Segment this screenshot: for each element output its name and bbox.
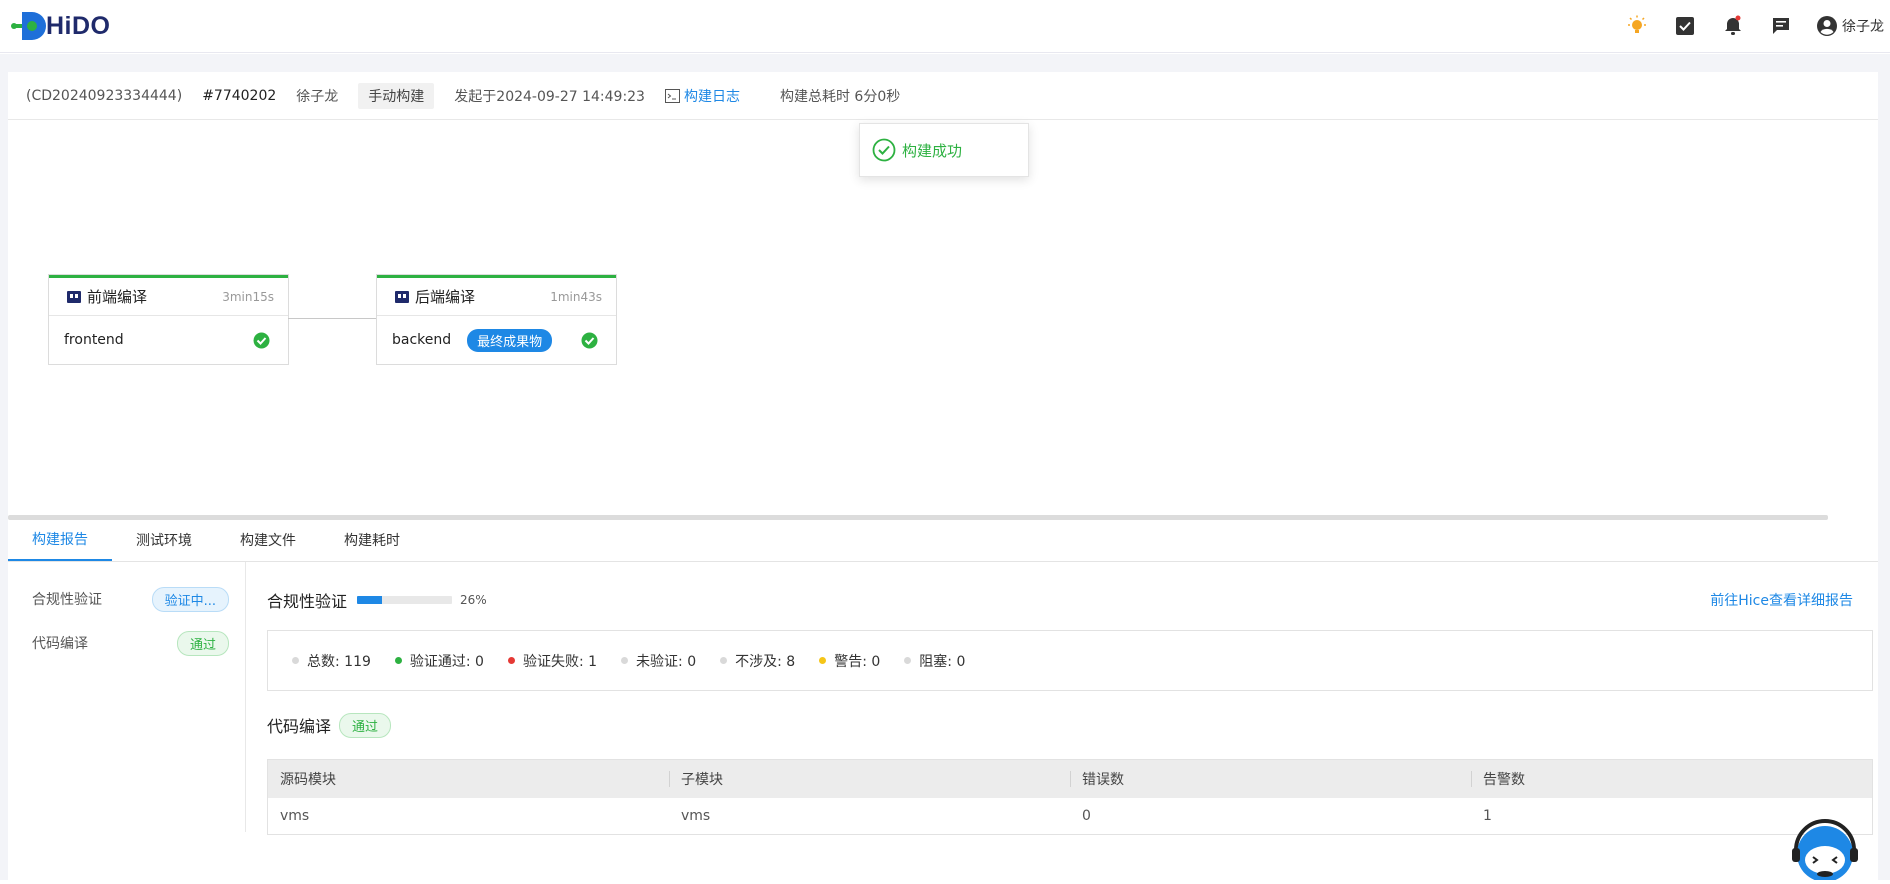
column-header: 错误数 <box>1070 769 1471 789</box>
success-toast: 构建成功 <box>859 123 1029 177</box>
build-log-link[interactable]: 构建日志 <box>664 86 760 106</box>
success-circle-icon <box>872 138 896 162</box>
logo-mark-icon <box>8 8 46 44</box>
stage-frontend[interactable]: 前端编译 3min15s frontend <box>48 274 289 365</box>
build-info-bar: (CD20240923334444) #7740202 徐子龙 手动构建 发起于… <box>8 72 1878 120</box>
job-name[interactable]: frontend <box>64 332 253 348</box>
job-name-row[interactable]: backend 最终成果物 <box>392 328 581 352</box>
stat-label: 验证失败: 1 <box>522 653 598 670</box>
section-title: 代码编译 <box>267 717 332 736</box>
status-dot <box>819 657 827 664</box>
stat-label: 警告: 0 <box>834 653 881 670</box>
stage-icon <box>67 290 81 303</box>
status-dot <box>720 657 728 664</box>
status-badge: 验证中... <box>151 586 229 612</box>
app-logo[interactable]: HiDO <box>8 8 111 44</box>
tab-build-report[interactable]: 构建报告 <box>8 519 112 561</box>
status-dot <box>292 657 299 664</box>
report-tabs: 构建报告 测试环境 构建文件 构建耗时 <box>8 520 1878 562</box>
table-row: vms vms 0 1 <box>268 798 1872 834</box>
task-check-icon[interactable] <box>1672 13 1698 39</box>
success-check-icon <box>581 332 598 348</box>
tab-build-files[interactable]: 构建文件 <box>216 519 320 561</box>
stat-blocked: 阻塞: 0 <box>904 651 965 671</box>
toast-message: 构建成功 <box>902 141 963 160</box>
compliance-stats: 总数: 119 验证通过: 0 验证失败: 1 未验证: 0 不涉及: 8 警告… <box>267 630 1873 691</box>
build-user: 徐子龙 <box>296 88 339 105</box>
stat-label: 阻塞: 0 <box>919 653 966 670</box>
report-main: 合规性验证 26% 前往Hice查看详细报告 总数: 119 验证通过: 0 验… <box>267 562 1878 835</box>
progress-fill <box>357 596 382 604</box>
stage-title: 前端编译 <box>87 288 148 306</box>
trigger-tag: 手动构建 <box>358 82 435 109</box>
column-header: 告警数 <box>1471 769 1872 789</box>
side-item-compliance[interactable]: 合规性验证 验证中... <box>8 577 245 621</box>
status-badge: 通过 <box>176 630 229 656</box>
status-dot <box>394 657 402 664</box>
build-total-time: 构建总耗时 6分0秒 <box>779 88 901 105</box>
stage-icon <box>395 290 409 303</box>
stat-passed: 验证通过: 0 <box>394 651 484 671</box>
user-menu[interactable]: 徐子龙 <box>1816 15 1884 37</box>
table-cell: 0 <box>1082 808 1091 824</box>
build-detail-panel: (CD20240923334444) #7740202 徐子龙 手动构建 发起于… <box>8 72 1878 880</box>
progress-text: 26% <box>460 593 487 607</box>
stage-connector <box>288 318 376 319</box>
side-item-label: 代码编译 <box>32 636 88 652</box>
table-header: 源码模块 子模块 错误数 告警数 <box>268 760 1872 798</box>
final-artifact-badge: 最终成果物 <box>467 328 553 352</box>
side-item-compile[interactable]: 代码编译 通过 <box>8 621 245 665</box>
stage-title: 后端编译 <box>415 288 476 306</box>
build-start-time: 发起于2024-09-27 14:49:23 <box>454 88 645 105</box>
compliance-progress-bar <box>357 596 453 604</box>
build-code: (CD20240923334444) <box>26 87 183 104</box>
job-name: backend <box>392 332 452 348</box>
section-title: 合规性验证 <box>267 592 348 611</box>
compile-table: 源码模块 子模块 错误数 告警数 vms vms 0 1 <box>267 759 1873 835</box>
stat-unverified: 未验证: 0 <box>621 651 696 671</box>
stat-label: 不涉及: 8 <box>735 653 796 670</box>
message-icon[interactable] <box>1768 13 1794 39</box>
table-cell: vms <box>280 808 310 824</box>
stat-label: 总数: 119 <box>307 653 371 670</box>
status-dot <box>621 657 629 664</box>
stat-label: 未验证: 0 <box>636 653 697 670</box>
stat-label: 验证通过: 0 <box>409 653 484 670</box>
logo-text: HiDO <box>46 11 111 40</box>
top-bar: HiDO 徐子龙 <box>0 0 1890 53</box>
hice-report-link[interactable]: 前往Hice查看详细报告 <box>1710 590 1853 610</box>
username: 徐子龙 <box>1842 19 1884 35</box>
stage-backend[interactable]: 后端编译 1min43s backend 最终成果物 <box>376 274 617 365</box>
report-side-nav: 合规性验证 验证中... 代码编译 通过 <box>8 562 246 832</box>
column-header: 子模块 <box>669 769 1070 789</box>
notification-bell-icon[interactable] <box>1720 13 1746 39</box>
user-avatar-icon <box>1817 16 1837 36</box>
stage-duration: 3min15s <box>222 289 274 304</box>
terminal-icon <box>664 88 680 103</box>
stat-total: 总数: 119 <box>292 651 371 671</box>
status-dot <box>507 657 515 664</box>
tab-build-time[interactable]: 构建耗时 <box>320 519 424 561</box>
stat-not-applicable: 不涉及: 8 <box>720 651 795 671</box>
compliance-header: 合规性验证 26% 前往Hice查看详细报告 <box>267 570 1878 630</box>
status-dot <box>904 657 912 664</box>
status-badge: 通过 <box>339 712 392 738</box>
build-log-label: 构建日志 <box>683 88 740 105</box>
assistant-robot-icon[interactable] <box>1788 812 1862 882</box>
success-check-icon <box>253 332 270 348</box>
side-item-label: 合规性验证 <box>32 592 102 608</box>
stat-warning: 警告: 0 <box>819 651 880 671</box>
stat-failed: 验证失败: 1 <box>507 651 598 671</box>
theme-bulb-icon[interactable] <box>1624 13 1650 39</box>
table-cell: vms <box>681 808 711 824</box>
compile-header: 代码编译 通过 <box>267 691 1878 759</box>
build-number: #7740202 <box>202 87 277 104</box>
tab-test-env[interactable]: 测试环境 <box>112 519 216 561</box>
column-header: 源码模块 <box>280 772 336 788</box>
stage-duration: 1min43s <box>550 289 602 304</box>
